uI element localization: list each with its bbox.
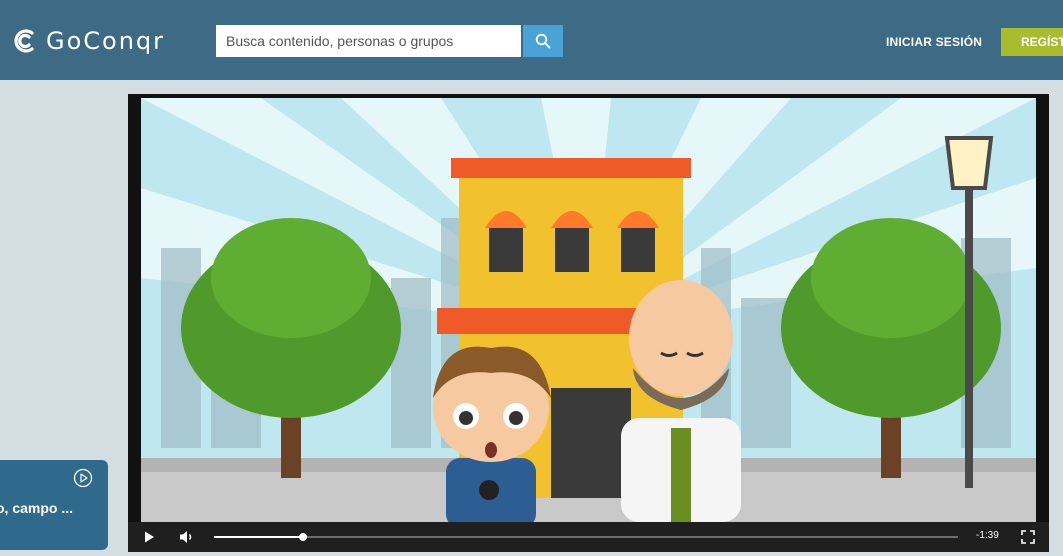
login-link[interactable]: INICIAR SESIÓN: [886, 35, 982, 49]
video-controls-bar: -1:39: [128, 522, 1049, 552]
search-input[interactable]: [216, 25, 521, 57]
related-content-panel[interactable]: o, campo ...: [0, 460, 108, 550]
goconqr-logo[interactable]: GoConqr: [12, 26, 165, 56]
top-header: GoConqr INICIAR SESIÓN REGÍST: [0, 0, 1063, 80]
animated-scene-illustration: [141, 98, 1036, 522]
progress-fill: [214, 536, 304, 538]
progress-bar[interactable]: [214, 533, 958, 541]
video-frame-image[interactable]: [141, 98, 1036, 522]
video-player[interactable]: -1:39: [128, 94, 1049, 552]
fullscreen-icon[interactable]: [1021, 530, 1035, 544]
progress-thumb[interactable]: [299, 533, 308, 541]
play-icon[interactable]: [142, 530, 156, 544]
search-button[interactable]: [523, 25, 563, 57]
logo-text: GoConqr: [46, 27, 166, 55]
volume-icon[interactable]: [178, 529, 196, 545]
related-content-title[interactable]: o, campo ...: [0, 500, 73, 516]
time-remaining: -1:39: [976, 530, 999, 541]
goconqr-logo-icon: [14, 29, 34, 53]
play-circle-icon[interactable]: [73, 468, 93, 488]
search-icon: [535, 33, 551, 49]
register-button[interactable]: REGÍST: [1001, 28, 1063, 56]
